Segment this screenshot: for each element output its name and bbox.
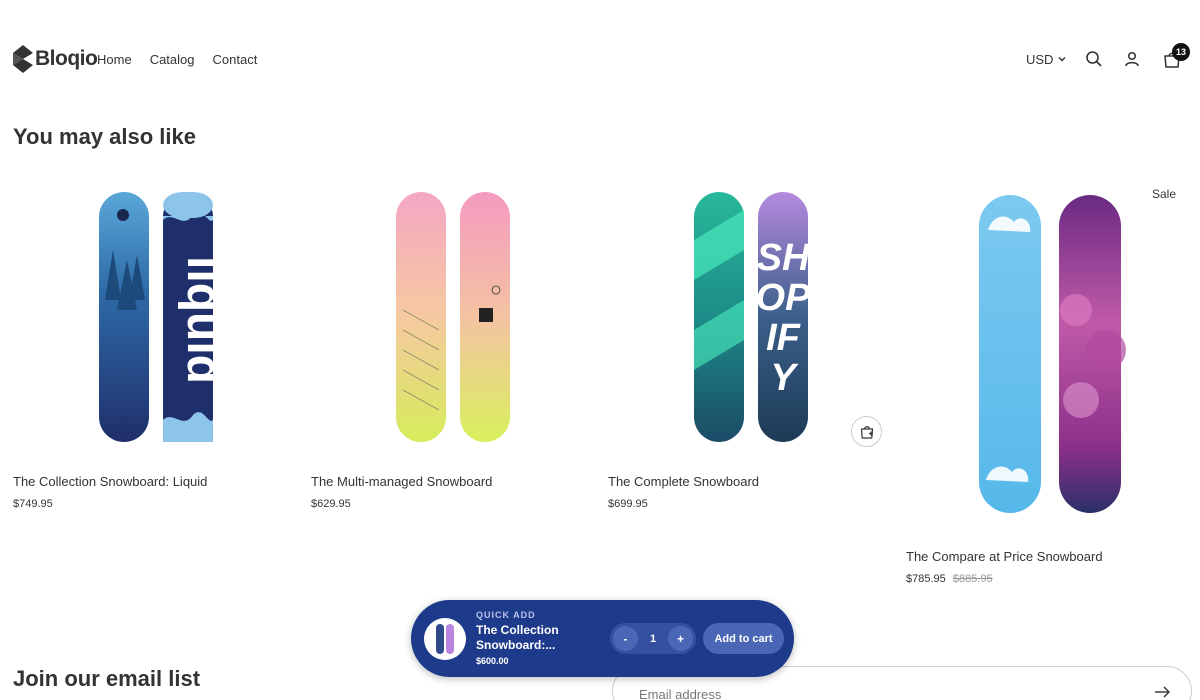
search-icon[interactable] <box>1085 50 1105 70</box>
quick-add-product-name: The Collection Snowboard:... <box>476 623 559 652</box>
email-placeholder: Email address <box>639 687 722 700</box>
product-image[interactable]: SH OP IF Y <box>608 180 886 450</box>
increase-quantity-button[interactable]: + <box>668 626 693 651</box>
nav-contact[interactable]: Contact <box>213 52 258 67</box>
product-name[interactable]: The Multi-managed Snowboard <box>311 474 492 489</box>
product-price: $785.95 $885.95 <box>906 573 993 585</box>
logo[interactable]: Bloqio <box>13 45 98 73</box>
quick-add-label: QUICK ADD <box>476 610 536 620</box>
quantity-stepper: - 1 + <box>610 623 696 654</box>
logo-mark-icon <box>13 45 33 73</box>
add-to-cart-button[interactable]: Add to cart <box>703 623 784 654</box>
svg-text:SH: SH <box>757 237 811 279</box>
product-image[interactable] <box>906 180 1184 530</box>
product-card[interactable]: liquid The Collection Snowboard: Liquid … <box>13 180 291 510</box>
product-price: $629.95 <box>311 498 351 510</box>
quick-add-price: $600.00 <box>476 656 509 666</box>
svg-text:liquid: liquid <box>177 256 230 384</box>
main-nav: Home Catalog Contact <box>97 52 257 67</box>
svg-text:OP: OP <box>756 277 812 319</box>
site-header: Bloqio Home Catalog Contact USD 13 <box>0 0 1200 120</box>
nav-home[interactable]: Home <box>97 52 132 67</box>
product-card[interactable]: SH OP IF Y The Complete Snowboard $699.9… <box>608 180 886 510</box>
product-name[interactable]: The Compare at Price Snowboard <box>906 549 1103 564</box>
account-icon[interactable] <box>1123 50 1143 70</box>
product-card[interactable]: The Compare at Price Snowboard $785.95 $… <box>906 180 1184 585</box>
product-name[interactable]: The Complete Snowboard <box>608 474 759 489</box>
product-card[interactable]: The Multi-managed Snowboard $629.95 <box>311 180 589 510</box>
svg-text:IF: IF <box>766 317 802 359</box>
product-image[interactable]: liquid <box>13 180 291 450</box>
currency-selector[interactable]: USD <box>1026 52 1067 67</box>
arrow-right-icon[interactable] <box>1153 683 1171 700</box>
product-name[interactable]: The Collection Snowboard: Liquid <box>13 474 207 489</box>
decrease-quantity-button[interactable]: - <box>613 626 638 651</box>
currency-label: USD <box>1026 52 1054 67</box>
sale-badge: Sale <box>1152 187 1177 201</box>
quick-add-bag-icon[interactable] <box>851 416 882 447</box>
chevron-down-icon <box>1057 52 1067 67</box>
product-price: $699.95 <box>608 498 648 510</box>
related-products-title: You may also like <box>13 124 197 149</box>
nav-catalog[interactable]: Catalog <box>150 52 195 67</box>
newsletter-title: Join our email list <box>13 666 201 691</box>
sale-price: $785.95 <box>906 573 946 585</box>
product-price: $749.95 <box>13 498 53 510</box>
quick-add-bar: QUICK ADD The Collection Snowboard:... $… <box>411 600 794 677</box>
quick-add-thumbnail <box>424 618 466 660</box>
logo-text: Bloqio <box>35 47 98 70</box>
compare-at-price: $885.95 <box>952 573 993 585</box>
cart-count-badge: 13 <box>1172 43 1190 61</box>
quantity-value[interactable]: 1 <box>650 633 656 645</box>
product-image[interactable] <box>311 180 589 450</box>
svg-text:Y: Y <box>770 357 799 399</box>
